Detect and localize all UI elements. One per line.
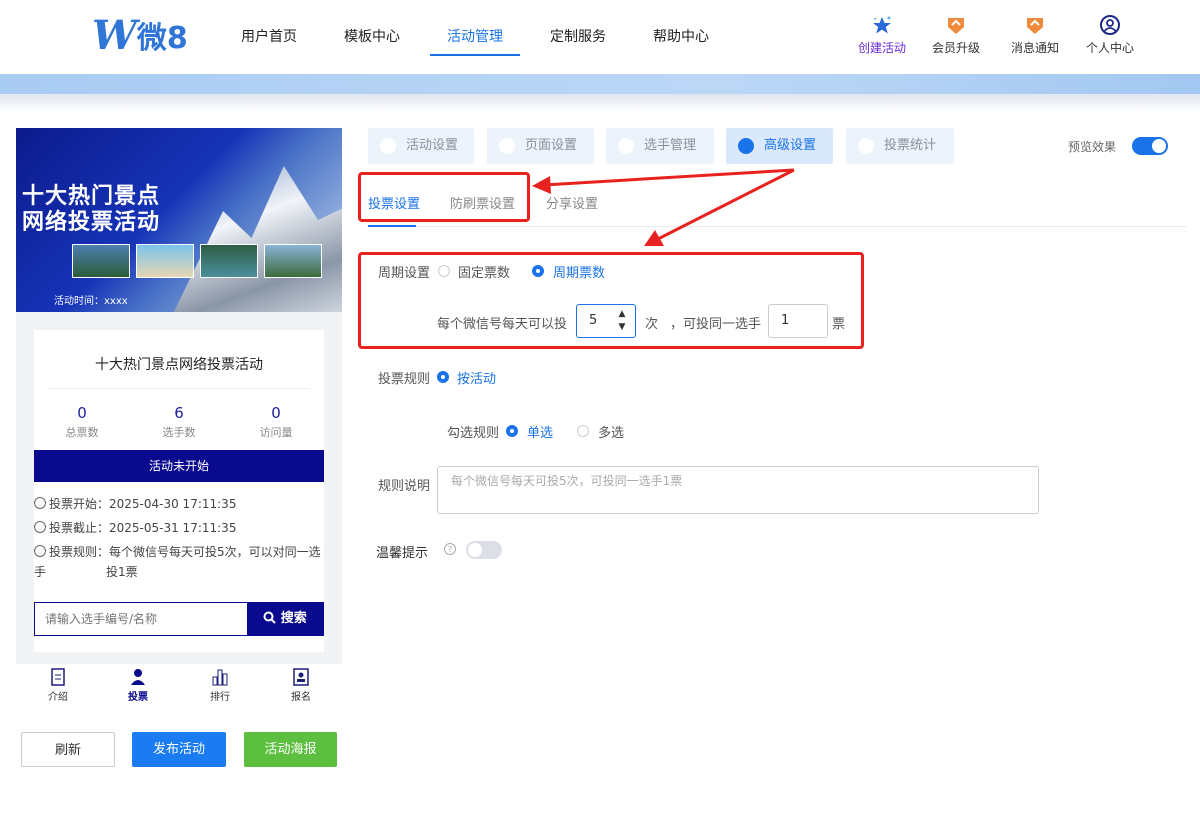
- annotation-arrow: [655, 168, 795, 242]
- annotation-arrows: [532, 168, 795, 246]
- annotation-arrow: [543, 168, 795, 187]
- annotation-arrow-head: [532, 176, 551, 194]
